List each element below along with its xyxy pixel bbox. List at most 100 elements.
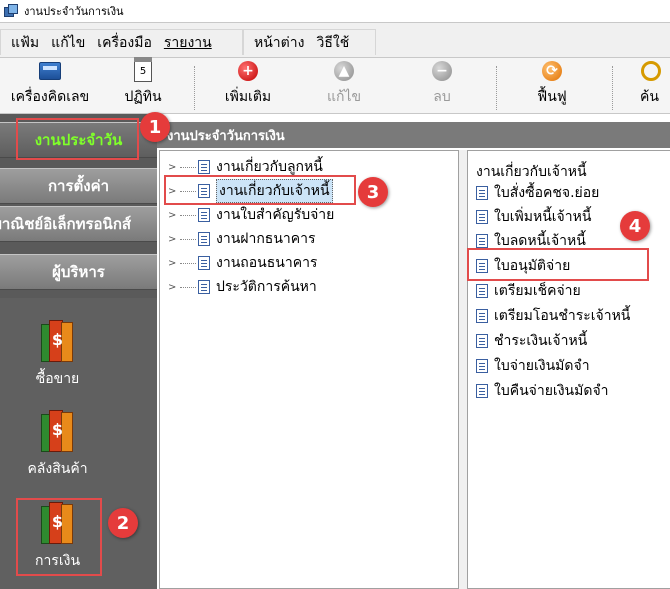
list-item[interactable]: ชำระเงินเจ้าหนี้ <box>476 331 587 351</box>
tree-item-label: งานถอนธนาคาร <box>216 255 318 271</box>
tree-item-deposits[interactable]: > งานฝากธนาคาร <box>168 229 316 249</box>
sidebar-item-label: พาณิชย์อิเล็กทรอนิกส์ <box>0 215 132 233</box>
list-heading: งานเกี่ยวกับเจ้าหนี้ <box>476 164 587 180</box>
window-title: งานประจำวันการเงิน <box>24 5 124 18</box>
delete-button[interactable]: − ลบ <box>410 58 474 114</box>
step-callout-2: 2 <box>108 508 138 538</box>
tree-item-receivables[interactable]: > งานเกี่ยวกับลูกหนี้ <box>168 157 323 177</box>
list-item-label: ใบอนุมัติจ่าย <box>494 258 571 274</box>
list-item-label: ใบลดหนี้เจ้าหนี้ <box>494 233 586 249</box>
calendar-label: ปฏิทิน <box>124 89 162 105</box>
pane-splitter[interactable] <box>459 150 467 589</box>
menu-window[interactable]: หน้าต่าง <box>254 32 304 54</box>
menu-file[interactable]: แฟ้ม <box>11 32 39 54</box>
books-icon: $ <box>40 502 75 546</box>
document-icon <box>198 208 210 222</box>
chevron-right-icon[interactable]: > <box>168 282 178 293</box>
toolbar-separator <box>612 66 613 110</box>
tree-item-label: งานเกี่ยวกับลูกหนี้ <box>216 159 323 175</box>
tree-pane: > งานเกี่ยวกับลูกหนี้ > งานเกี่ยวกับเจ้า… <box>159 150 459 589</box>
title-bar: งานประจำวันการเงิน <box>0 0 670 22</box>
edit-button[interactable]: ▲ แก้ไข <box>312 58 376 114</box>
step-callout-3: 3 <box>358 177 388 207</box>
document-icon <box>476 186 488 200</box>
toolbar: เครื่องคิดเลข 5 ปฏิทิน + เพิ่มเติม ▲ แก้… <box>0 57 670 114</box>
tree-item-search-history[interactable]: > ประวัติการค้นหา <box>168 277 317 297</box>
chevron-right-icon[interactable]: > <box>168 186 178 197</box>
list-item[interactable]: เตรียมเช็คจ่าย <box>476 281 581 301</box>
calendar-icon: 5 <box>134 57 152 82</box>
step-callout-1: 1 <box>140 112 170 142</box>
tree-item-label: ประวัติการค้นหา <box>216 279 317 295</box>
tree-item-label: งานใบสำคัญรับจ่าย <box>216 207 335 223</box>
calculator-button[interactable]: เครื่องคิดเลข <box>4 58 96 114</box>
edit-label: แก้ไข <box>326 89 362 105</box>
menu-group-window: หน้าต่าง วิธีใช้ <box>243 29 376 55</box>
menu-tools[interactable]: เครื่องมือ <box>97 32 152 54</box>
list-item[interactable]: ใบลดหนี้เจ้าหนี้ <box>476 231 586 251</box>
module-label: คลังสินค้า <box>27 461 88 477</box>
delete-label: ลบ <box>433 89 451 105</box>
app-icon <box>4 4 18 18</box>
chevron-right-icon[interactable]: > <box>168 234 178 245</box>
module-label: ซื้อขาย <box>35 371 80 387</box>
sidebar-item-admin[interactable]: ผู้บริหาร <box>0 254 157 290</box>
list-item-label: ใบสั่งซื้อคชจ.ย่อย <box>494 185 600 201</box>
document-icon <box>476 259 488 273</box>
document-icon <box>198 184 210 198</box>
menu-edit[interactable]: แก้ไข <box>51 32 85 54</box>
document-icon <box>476 234 488 248</box>
tree-item-payables[interactable]: > งานเกี่ยวกับเจ้าหนี้ <box>168 179 333 203</box>
search-label: ค้น <box>640 89 659 105</box>
list-item-label: เตรียมโอนชำระเจ้าหนี้ <box>494 308 631 324</box>
minus-icon: − <box>432 61 452 81</box>
document-icon <box>476 384 488 398</box>
list-item[interactable]: ใบสั่งซื้อคชจ.ย่อย <box>476 183 599 203</box>
sidebar-item-daily[interactable]: งานประจำวัน <box>0 122 157 158</box>
document-icon <box>198 256 210 270</box>
add-label: เพิ่มเติม <box>224 89 272 105</box>
search-icon <box>641 61 661 81</box>
document-icon <box>198 160 210 174</box>
document-icon <box>476 334 488 348</box>
sidebar-item-label: ผู้บริหาร <box>52 263 105 281</box>
tree-item-withdrawals[interactable]: > งานถอนธนาคาร <box>168 253 317 273</box>
list-item[interactable]: ใบเพิ่มหนี้เจ้าหนี้ <box>476 207 591 227</box>
step-callout-4: 4 <box>620 211 650 241</box>
document-icon <box>198 232 210 246</box>
chevron-right-icon[interactable]: > <box>168 162 178 173</box>
books-icon: $ <box>40 410 75 454</box>
calculator-icon <box>39 62 61 80</box>
chevron-right-icon[interactable]: > <box>168 210 178 221</box>
menu-help[interactable]: วิธีใช้ <box>316 32 349 54</box>
sidebar-item-label: งานประจำวัน <box>34 131 123 149</box>
chevron-right-icon[interactable]: > <box>168 258 178 269</box>
refresh-button[interactable]: ⟳ ฟื้นฟู <box>520 58 584 114</box>
sidebar-item-settings[interactable]: การตั้งค่า <box>0 168 157 204</box>
document-icon <box>476 359 488 373</box>
list-item-label: ชำระเงินเจ้าหนี้ <box>494 333 588 349</box>
list-item-label: ใบเพิ่มหนี้เจ้าหนี้ <box>494 209 592 225</box>
panel-title: งานประจำวันการเงิน <box>157 122 670 148</box>
tree-item-vouchers[interactable]: > งานใบสำคัญรับจ่าย <box>168 205 334 225</box>
search-button[interactable]: ค้น <box>640 58 670 114</box>
document-icon <box>198 280 210 294</box>
refresh-label: ฟื้นฟู <box>537 89 567 105</box>
list-item[interactable]: ใบอนุมัติจ่าย <box>476 256 570 276</box>
calendar-button[interactable]: 5 ปฏิทิน <box>108 57 178 114</box>
sidebar-item-label: การตั้งค่า <box>47 177 110 195</box>
list-item-label: ใบจ่ายเงินมัดจำ <box>494 358 590 374</box>
list-item[interactable]: เตรียมโอนชำระเจ้าหนี้ <box>476 306 630 326</box>
sidebar-item-ecommerce[interactable]: พาณิชย์อิเล็กทรอนิกส์ <box>0 206 157 242</box>
calculator-label: เครื่องคิดเลข <box>10 89 90 105</box>
document-icon <box>476 284 488 298</box>
tree-item-label: งานฝากธนาคาร <box>216 231 316 247</box>
module-finance[interactable]: $ การเงิน <box>0 502 115 572</box>
menu-reports[interactable]: รายงาน <box>164 32 212 54</box>
add-button[interactable]: + เพิ่มเติม <box>212 58 284 114</box>
plus-icon: + <box>238 61 258 81</box>
list-item[interactable]: ใบจ่ายเงินมัดจำ <box>476 356 590 376</box>
module-inventory[interactable]: $ คลังสินค้า <box>0 410 115 480</box>
list-item[interactable]: ใบคืนจ่ายเงินมัดจำ <box>476 381 609 401</box>
module-trading[interactable]: $ ซื้อขาย <box>0 320 115 390</box>
